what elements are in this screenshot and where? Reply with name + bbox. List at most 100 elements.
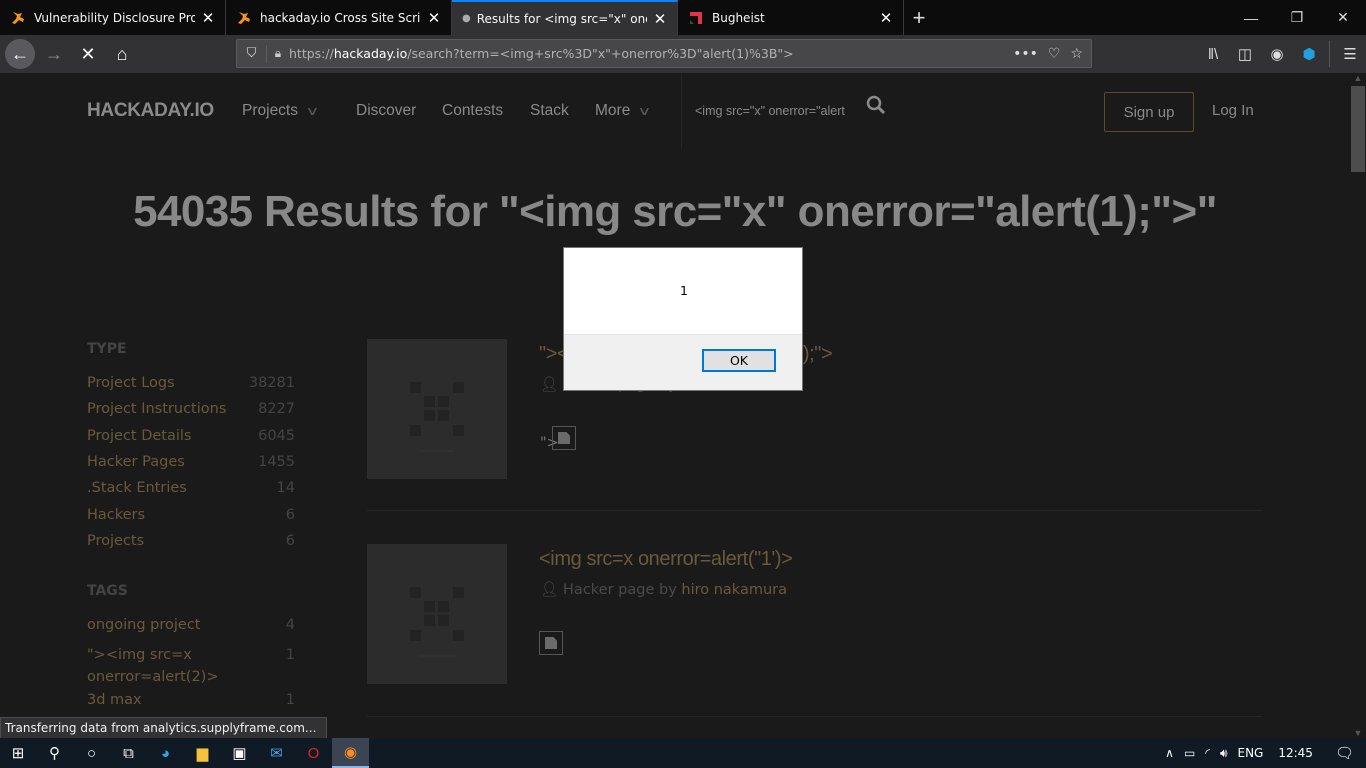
tag-filter-item[interactable]: 3d max 1 [87, 692, 295, 708]
nav-stack[interactable]: Stack [530, 102, 569, 120]
pocket-icon[interactable]: ♡ [1048, 46, 1061, 62]
type-filter-item[interactable]: .Stack Entries 14 [87, 480, 295, 496]
minimize-icon[interactable]: — [1228, 0, 1274, 35]
ok-button[interactable]: OK [702, 349, 776, 372]
notifications-icon[interactable]: 🗨︎ [1323, 744, 1366, 762]
language-indicator[interactable]: ENG [1233, 746, 1269, 760]
filter-count: 6045 [258, 428, 295, 444]
tags-heading: TAGS [87, 583, 128, 599]
type-filter-item[interactable]: Project Details 6045 [87, 428, 295, 444]
browser-tab-active[interactable]: ● Results for <img src="x" onerror ✕ [452, 0, 678, 35]
signup-button[interactable]: Sign up [1104, 92, 1194, 132]
bookmark-star-icon[interactable]: ☆ [1070, 46, 1083, 62]
alert-footer: OK [564, 334, 802, 390]
start-icon[interactable]: ⊞ [0, 738, 36, 768]
tag-count: 1 [285, 647, 295, 663]
sidebar-icon[interactable]: ◫ [1229, 45, 1261, 63]
chevron-down-icon: ∨ [305, 104, 320, 118]
cortana-icon[interactable]: ○ [73, 738, 110, 768]
browser-tab[interactable]: Bugheist ✕ [678, 0, 904, 35]
nav-label: Discover [356, 102, 417, 119]
filter-label: Project Details [87, 428, 192, 444]
new-tab-button[interactable]: + [904, 0, 934, 35]
user-icon: 👤︎ [540, 582, 559, 598]
toolbar-divider [1329, 41, 1330, 67]
browser-tab-strip: Vulnerability Disclosure Program ✕ hacka… [0, 0, 1366, 35]
firefox-icon[interactable]: ◉ [332, 738, 369, 768]
browser-tab[interactable]: Vulnerability Disclosure Program ✕ [0, 0, 226, 35]
result-thumbnail[interactable]: PHOTO COMING SOON [367, 544, 507, 684]
scroll-down-icon[interactable]: ▼ [1350, 728, 1366, 738]
menu-icon[interactable]: ☰ [1334, 45, 1366, 63]
nav-more[interactable]: More ∨ [595, 102, 652, 120]
filter-count: 8227 [258, 401, 295, 417]
byline-type: Hacker page by [563, 582, 677, 598]
type-filter-item[interactable]: Projects 6 [87, 533, 295, 549]
battery-icon[interactable]: ▭ [1179, 746, 1200, 760]
page-scrollbar[interactable]: ▲ ▼ [1350, 73, 1366, 738]
lock-icon[interactable]: 🔒︎ [267, 46, 289, 61]
show-hidden-icons[interactable]: ∧ [1160, 746, 1179, 760]
mail-icon[interactable]: ✉ [258, 738, 295, 768]
browser-toolbar: ← → ✕ ⌂ ⛉ 🔒︎ https://hackaday.io/search?… [0, 35, 1366, 73]
scroll-up-icon[interactable]: ▲ [1350, 73, 1366, 83]
extension-icon[interactable]: ⬢ [1293, 45, 1325, 63]
type-filter-item[interactable]: Project Instructions 8227 [87, 401, 295, 417]
login-link[interactable]: Log In [1212, 102, 1254, 119]
type-filter-item[interactable]: Hackers 6 [87, 507, 295, 523]
url-scheme: https:// [289, 46, 334, 61]
restore-icon[interactable]: ❐ [1274, 0, 1320, 35]
author-link[interactable]: hiro nakamura [681, 582, 787, 598]
task-view-icon[interactable]: ⧉ [110, 738, 147, 768]
result-byline: 👤︎ Hacker page by hiro nakamura [540, 581, 787, 598]
store-icon[interactable]: ▣ [221, 738, 258, 768]
tag-filter-item[interactable]: "><img src=x onerror=alert(2)> 1 [87, 644, 295, 688]
opera-icon[interactable]: O [295, 738, 332, 768]
filter-count: 6 [285, 533, 295, 549]
forward-button[interactable]: → [39, 39, 69, 69]
type-filter-item[interactable]: Project Logs 38281 [87, 375, 295, 391]
home-button[interactable]: ⌂ [107, 39, 137, 69]
tag-filter-item[interactable]: ongoing project 4 [87, 617, 295, 633]
wifi-icon[interactable]: ◜ [1200, 746, 1215, 760]
alert-dialog: 1 OK [563, 247, 803, 391]
volume-icon[interactable]: 🔊︎ [1215, 746, 1233, 761]
close-tab-icon[interactable]: ✕ [879, 9, 893, 27]
close-tab-icon[interactable]: ✕ [653, 10, 667, 28]
search-icon[interactable]: ⚲ [36, 738, 73, 768]
close-window-icon[interactable]: ✕ [1320, 0, 1366, 35]
library-icon[interactable]: ‖\ [1197, 46, 1229, 63]
edge-icon[interactable]: ◕ [147, 738, 184, 768]
filter-count: 6 [285, 507, 295, 523]
clock[interactable]: 12:45 [1268, 746, 1323, 760]
page-actions-icon[interactable]: ••• [1013, 46, 1038, 62]
url-bar[interactable]: ⛉ 🔒︎ https://hackaday.io/search?term=<im… [236, 39, 1092, 68]
result-thumbnail[interactable]: PHOTO COMING SOON [367, 339, 507, 479]
type-filter-item[interactable]: Hacker Pages 1455 [87, 454, 295, 470]
filter-label: .Stack Entries [87, 480, 187, 496]
browser-tab[interactable]: hackaday.io Cross Site Scripting ✕ [226, 0, 452, 35]
filter-label: Hackers [87, 507, 146, 523]
search-input[interactable]: <img src="x" onerror="alert [695, 104, 845, 118]
account-icon[interactable]: ◉ [1261, 45, 1293, 63]
nav-contests[interactable]: Contests [442, 102, 503, 120]
scrollbar-thumb[interactable] [1351, 86, 1365, 172]
filter-label: Projects [87, 533, 145, 549]
result-title-text: <img src=x onerror=alert("1')> [539, 548, 793, 570]
tab-title: Vulnerability Disclosure Program [34, 10, 195, 25]
file-explorer-icon[interactable]: ▆ [184, 738, 221, 768]
back-button[interactable]: ← [5, 39, 35, 69]
tag-count: 1 [285, 692, 295, 708]
close-tab-icon[interactable]: ✕ [427, 9, 441, 27]
close-tab-icon[interactable]: ✕ [201, 9, 215, 27]
tracking-shield-icon[interactable]: ⛉ [237, 44, 267, 63]
url-text[interactable]: https://hackaday.io/search?term=<img+src… [289, 46, 1013, 61]
nav-discover[interactable]: Discover [356, 102, 416, 120]
page-viewport: HACKADAY.IO Projects ∨ Discover Contests … [0, 73, 1350, 738]
nav-projects[interactable]: Projects ∨ [242, 102, 320, 120]
search-icon[interactable] [866, 95, 888, 117]
site-logo[interactable]: HACKADAY.IO [87, 100, 214, 122]
stop-button[interactable]: ✕ [73, 39, 103, 69]
photo-placeholder-icon [393, 365, 481, 453]
result-title[interactable]: <img src=x onerror=alert("1')> [539, 548, 793, 571]
